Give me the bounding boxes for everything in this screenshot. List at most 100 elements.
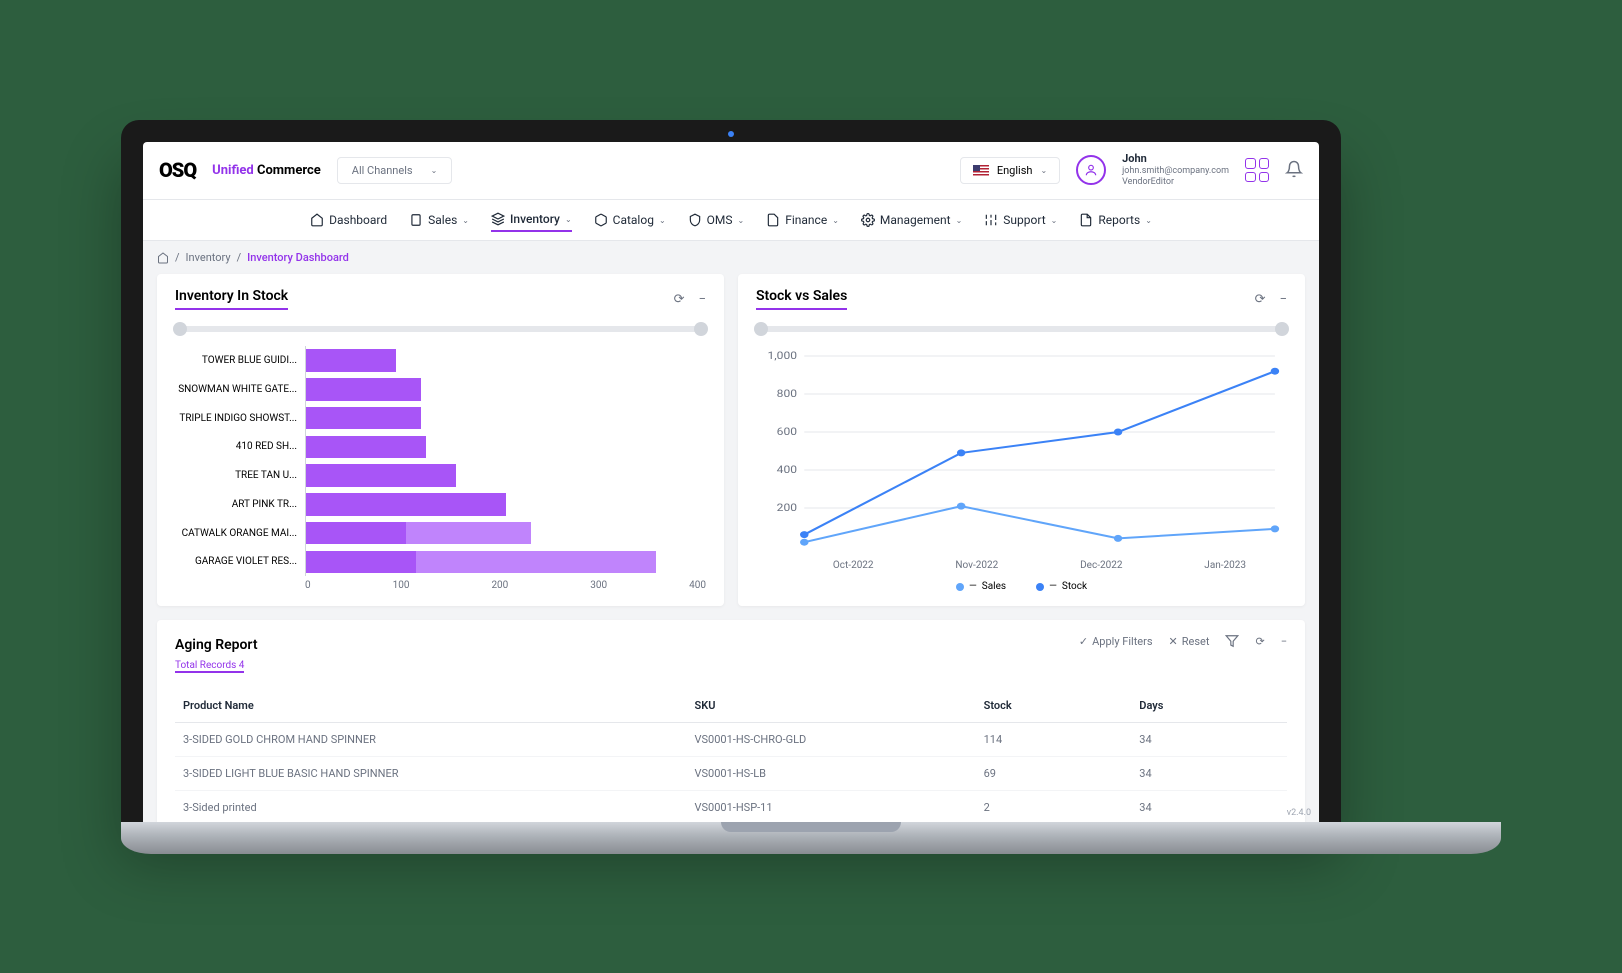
bar-label: TOWER BLUE GUIDI... — [175, 346, 305, 375]
card-title: Aging Report — [175, 637, 258, 653]
file-icon — [766, 213, 780, 227]
chevron-down-icon: ⌄ — [832, 216, 839, 225]
bar-label: 410 RED SH... — [175, 432, 305, 461]
bar-label: TREE TAN U... — [175, 461, 305, 490]
card-title: Inventory In Stock — [175, 288, 288, 310]
bar-row — [306, 404, 706, 433]
main-nav: Dashboard Sales⌄ Inventory⌄ Catalog⌄ OMS… — [143, 200, 1319, 241]
nav-catalog[interactable]: Catalog⌄ — [594, 209, 666, 231]
stock-sales-line-chart: 2004006008001,000 Oct-2022Nov-2022Dec-20… — [756, 346, 1287, 592]
nav-oms[interactable]: OMS⌄ — [688, 209, 745, 231]
home-icon[interactable] — [157, 252, 169, 264]
screen: OSQ Unified Commerce All Channels ⌄ Engl… — [143, 142, 1319, 822]
home-icon — [310, 213, 324, 227]
inventory-in-stock-card: Inventory In Stock ⟳ − TO — [157, 274, 724, 606]
brand-text: Unified Commerce — [212, 163, 321, 178]
user-info: John john.smith@company.com VendorEditor — [1122, 152, 1229, 190]
refresh-icon[interactable]: ⟳ — [1255, 292, 1266, 307]
table-row[interactable]: 3-SIDED GOLD CHROM HAND SPINNERVS0001-HS… — [175, 723, 1287, 757]
total-records: Total Records 4 — [175, 660, 244, 673]
user-icon — [1084, 163, 1098, 177]
nav-dashboard[interactable]: Dashboard — [310, 209, 387, 231]
document-icon — [1079, 213, 1093, 227]
col-stock: Stock — [976, 689, 1132, 723]
bar-row — [306, 547, 706, 576]
nav-support[interactable]: Support⌄ — [984, 209, 1057, 231]
apps-icon[interactable] — [1245, 158, 1269, 182]
bar-row — [306, 432, 706, 461]
range-slider[interactable] — [760, 326, 1283, 332]
bar-row — [306, 346, 706, 375]
aging-report-card: Aging Report Total Records 4 ✓ Apply Fil… — [157, 620, 1305, 821]
sliders-icon — [984, 213, 998, 227]
bar-label: TRIPLE INDIGO SHOWST... — [175, 404, 305, 433]
bar-label: CATWALK ORANGE MAI... — [175, 519, 305, 548]
table-row[interactable]: 3-Sided printedVS0001-HSP-11234 — [175, 791, 1287, 822]
svg-text:1,000: 1,000 — [768, 350, 798, 362]
svg-text:200: 200 — [777, 502, 797, 514]
chevron-down-icon: ⌄ — [659, 216, 666, 225]
inventory-bar-chart: TOWER BLUE GUIDI...SNOWMAN WHITE GATE...… — [175, 346, 706, 591]
minimize-icon[interactable]: − — [699, 292, 706, 307]
col-product: Product Name — [175, 689, 687, 723]
logo: OSQ — [159, 158, 196, 182]
avatar[interactable] — [1076, 155, 1106, 185]
nav-management[interactable]: Management⌄ — [861, 209, 962, 231]
channel-select[interactable]: All Channels ⌄ — [337, 157, 453, 184]
chevron-down-icon: ⌄ — [1051, 216, 1058, 225]
laptop-frame: OSQ Unified Commerce All Channels ⌄ Engl… — [121, 120, 1341, 822]
minimize-icon[interactable]: − — [1281, 635, 1287, 648]
chevron-down-icon: ⌄ — [431, 166, 438, 175]
reset-button[interactable]: ✕ Reset — [1169, 635, 1210, 648]
col-sku: SKU — [687, 689, 976, 723]
nav-reports[interactable]: Reports⌄ — [1079, 209, 1152, 231]
chevron-down-icon: ⌄ — [1145, 216, 1152, 225]
legend-sales: —Sales — [956, 581, 1006, 592]
box-icon — [594, 213, 608, 227]
chevron-down-icon: ⌄ — [1040, 166, 1047, 175]
nav-finance[interactable]: Finance⌄ — [766, 209, 839, 231]
nav-sales[interactable]: Sales⌄ — [409, 209, 469, 231]
refresh-icon[interactable]: ⟳ — [674, 292, 685, 307]
language-select[interactable]: English ⌄ — [960, 157, 1060, 184]
chevron-down-icon: ⌄ — [956, 216, 963, 225]
minimize-icon[interactable]: − — [1280, 292, 1287, 307]
card-title: Stock vs Sales — [756, 288, 847, 310]
svg-text:600: 600 — [777, 426, 797, 438]
chevron-down-icon: ⌄ — [565, 215, 572, 224]
table-row[interactable]: 3-SIDED LIGHT BLUE BASIC HAND SPINNERVS0… — [175, 757, 1287, 791]
bar-label: GARAGE VIOLET RES... — [175, 547, 305, 576]
legend-stock: —Stock — [1036, 581, 1087, 592]
stock-vs-sales-card: Stock vs Sales ⟳ − 200 400 — [738, 274, 1305, 606]
version-label: v2.4.0 — [1287, 808, 1311, 818]
camera-dot — [728, 131, 734, 137]
bar-row — [306, 375, 706, 404]
bar-row — [306, 461, 706, 490]
svg-text:400: 400 — [777, 464, 797, 476]
refresh-icon[interactable]: ⟳ — [1255, 635, 1264, 648]
layers-icon — [491, 212, 505, 226]
chevron-down-icon: ⌄ — [462, 216, 469, 225]
bell-icon[interactable] — [1285, 160, 1303, 181]
aging-report-table: Product Name SKU Stock Days 3-SIDED GOLD… — [175, 689, 1287, 821]
bar-label: ART PINK TR... — [175, 490, 305, 519]
laptop-base — [121, 822, 1501, 854]
bar-row — [306, 519, 706, 548]
breadcrumb: / Inventory / Inventory Dashboard — [157, 251, 1305, 264]
bar-row — [306, 490, 706, 519]
content: / Inventory / Inventory Dashboard Invent… — [143, 241, 1319, 821]
bar-label: SNOWMAN WHITE GATE... — [175, 375, 305, 404]
flag-us-icon — [973, 165, 989, 176]
breadcrumb-current: Inventory Dashboard — [247, 251, 349, 264]
filter-icon[interactable] — [1225, 634, 1239, 648]
range-slider[interactable] — [179, 326, 702, 332]
chevron-down-icon: ⌄ — [738, 216, 745, 225]
col-days: Days — [1131, 689, 1287, 723]
clipboard-icon — [409, 213, 423, 227]
topbar: OSQ Unified Commerce All Channels ⌄ Engl… — [143, 142, 1319, 201]
svg-text:800: 800 — [777, 388, 797, 400]
apply-filters-button[interactable]: ✓ Apply Filters — [1079, 635, 1153, 648]
gear-icon — [861, 213, 875, 227]
breadcrumb-inventory[interactable]: Inventory — [186, 251, 231, 264]
nav-inventory[interactable]: Inventory⌄ — [491, 208, 572, 232]
